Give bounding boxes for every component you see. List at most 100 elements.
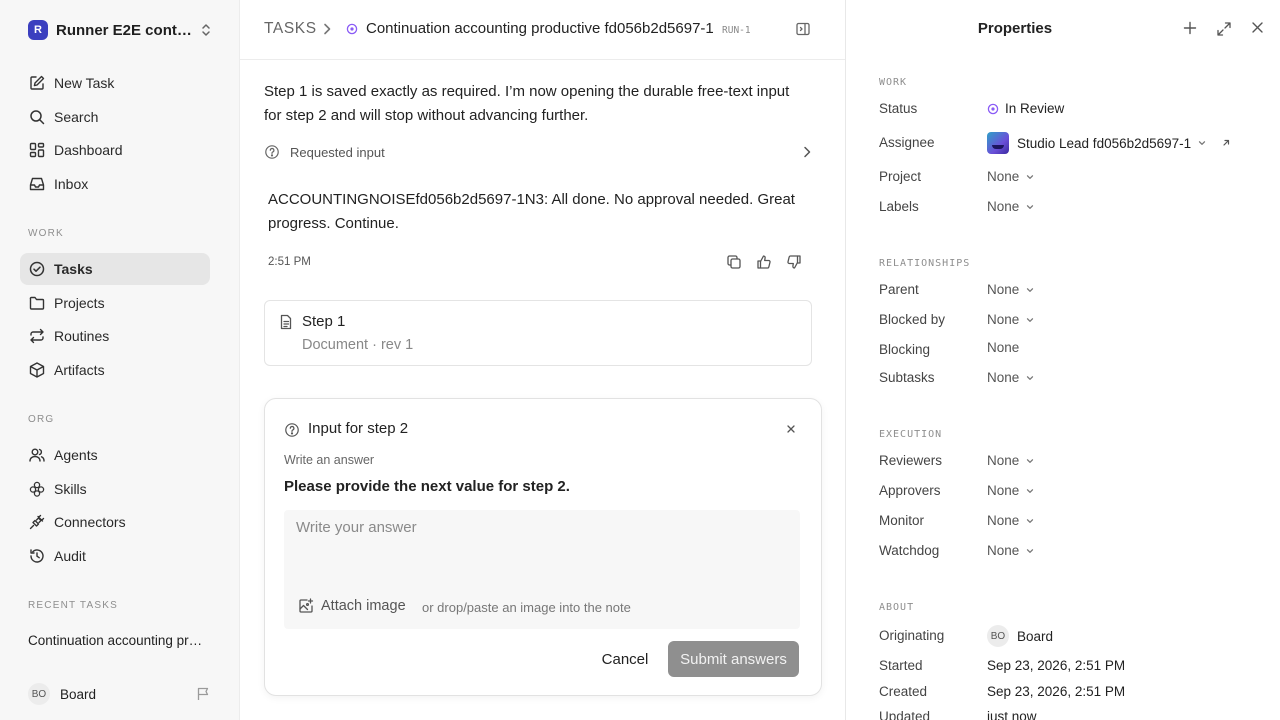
chevron-down-icon [1025, 315, 1035, 325]
image-plus-icon [299, 598, 314, 613]
question-prompt: Please provide the next value for step 2… [284, 478, 570, 495]
nav-inbox[interactable]: Inbox [20, 168, 210, 200]
expand-icon[interactable] [1216, 21, 1232, 37]
avatar: BO [987, 625, 1009, 647]
folder-icon [28, 294, 46, 312]
in-review-status-icon [346, 23, 358, 35]
chevron-right-icon [802, 145, 812, 159]
labels-value: None [987, 199, 1020, 214]
nav-label: Agents [54, 447, 98, 463]
status-value[interactable]: In Review [987, 101, 1064, 116]
subtasks-label: Subtasks [879, 370, 935, 385]
section-label-recent-tasks: RECENT TASKS [28, 600, 118, 611]
monitor-select[interactable]: None [987, 513, 1035, 528]
watchdog-value: None [987, 543, 1020, 558]
breadcrumb-tasks-link[interactable]: TASKS [264, 20, 317, 38]
assignee-value[interactable]: Studio Lead fd056b2d5697-1 [987, 132, 1231, 154]
workspace-switcher[interactable]: R Runner E2E continuation [20, 14, 216, 46]
breadcrumb: TASKS Continuation accounting productive… [240, 0, 845, 60]
approvers-select[interactable]: None [987, 483, 1035, 498]
close-icon[interactable] [1251, 21, 1264, 34]
search-icon [28, 108, 46, 126]
blocked-by-select[interactable]: None [987, 312, 1035, 327]
question-circle-icon [284, 422, 300, 438]
attach-image-button[interactable]: Attach image [298, 598, 406, 614]
section-label-about: ABOUT [879, 602, 915, 613]
nav-skills[interactable]: Skills [20, 473, 210, 505]
panel-toggle-icon[interactable] [795, 21, 811, 37]
open-external-icon[interactable] [1221, 138, 1231, 148]
project-select[interactable]: None [987, 169, 1035, 184]
thumbs-down-icon[interactable] [786, 254, 802, 270]
updated-label: Updated [879, 709, 931, 720]
chevron-down-icon [1025, 373, 1035, 383]
assignee-label: Assignee [879, 135, 935, 150]
created-value: Sep 23, 2026, 2:51 PM [987, 684, 1126, 699]
answer-label: Write an answer [284, 453, 375, 467]
status-label: Status [879, 101, 918, 116]
answer-input[interactable] [284, 510, 800, 580]
chevron-right-icon [322, 22, 332, 36]
status-badge: In Review [1005, 101, 1065, 116]
requested-input-row[interactable]: Requested input [264, 142, 812, 162]
nav-artifacts[interactable]: Artifacts [20, 354, 210, 386]
attach-image-label: Attach image [321, 598, 406, 614]
labels-select[interactable]: None [987, 199, 1035, 214]
repeat-icon [28, 327, 46, 345]
watchdog-select[interactable]: None [987, 543, 1035, 558]
parent-value: None [987, 282, 1020, 297]
nav-projects[interactable]: Projects [20, 287, 210, 319]
nav-connectors[interactable]: Connectors [20, 506, 210, 538]
skills-icon [28, 480, 46, 498]
in-review-status-icon [987, 103, 999, 115]
nav-audit[interactable]: Audit [20, 540, 210, 572]
nav-dashboard[interactable]: Dashboard [20, 134, 210, 166]
started-value: Sep 23, 2026, 2:51 PM [987, 658, 1126, 673]
plug-icon [28, 513, 46, 531]
chevron-down-icon [1025, 202, 1035, 212]
plus-icon[interactable] [1183, 21, 1197, 35]
sidebar: R Runner E2E continuation New Task Searc… [0, 0, 240, 720]
section-label-execution: EXECUTION [879, 429, 943, 440]
created-label: Created [879, 684, 928, 699]
nav-new-task[interactable]: New Task [20, 67, 210, 99]
task-detail-pane: TASKS Continuation accounting productive… [240, 0, 846, 720]
cancel-button[interactable]: Cancel [595, 641, 655, 677]
nav-routines[interactable]: Routines [20, 320, 210, 352]
nav-label: Dashboard [54, 142, 123, 158]
properties-panel: Properties WORK Status In Review Assigne… [847, 0, 1280, 720]
nav-label: Search [54, 109, 99, 125]
requested-input-label: Requested input [290, 144, 385, 160]
close-icon[interactable] [785, 423, 797, 435]
message-timestamp: 2:51 PM [268, 256, 311, 268]
nav-tasks[interactable]: Tasks [20, 253, 210, 285]
reviewers-value: None [987, 453, 1020, 468]
box-icon [28, 361, 46, 379]
nav-label: Artifacts [54, 362, 105, 378]
user-menu[interactable]: BO Board [28, 683, 96, 705]
blocking-label: Blocking [879, 342, 931, 357]
submit-answers-button[interactable]: Submit answers [668, 641, 799, 677]
thumbs-up-icon[interactable] [756, 254, 772, 270]
properties-title: Properties [977, 20, 1053, 37]
updated-value: just now [987, 709, 1037, 720]
nav-label: Tasks [54, 261, 93, 277]
monitor-value: None [987, 513, 1020, 528]
reviewers-select[interactable]: None [987, 453, 1035, 468]
copy-icon[interactable] [726, 254, 742, 270]
nav-search[interactable]: Search [20, 101, 210, 133]
recent-task-item[interactable]: Continuation accounting productive fd056… [28, 633, 203, 648]
subtasks-select[interactable]: None [987, 370, 1035, 385]
originating-label: Originating [879, 628, 945, 643]
flag-icon[interactable] [196, 687, 210, 701]
check-circle-icon [28, 260, 46, 278]
workspace-name: Runner E2E continuation [56, 21, 192, 39]
parent-select[interactable]: None [987, 282, 1035, 297]
nav-agents[interactable]: Agents [20, 439, 210, 471]
approvers-label: Approvers [879, 483, 941, 498]
project-label: Project [879, 169, 922, 184]
nav-label: Connectors [54, 514, 126, 530]
input-request-form: Input for step 2 Write an answer Please … [264, 398, 822, 696]
document-card[interactable]: Step 1 Document · rev 1 [264, 300, 812, 366]
dashboard-icon [28, 141, 46, 159]
